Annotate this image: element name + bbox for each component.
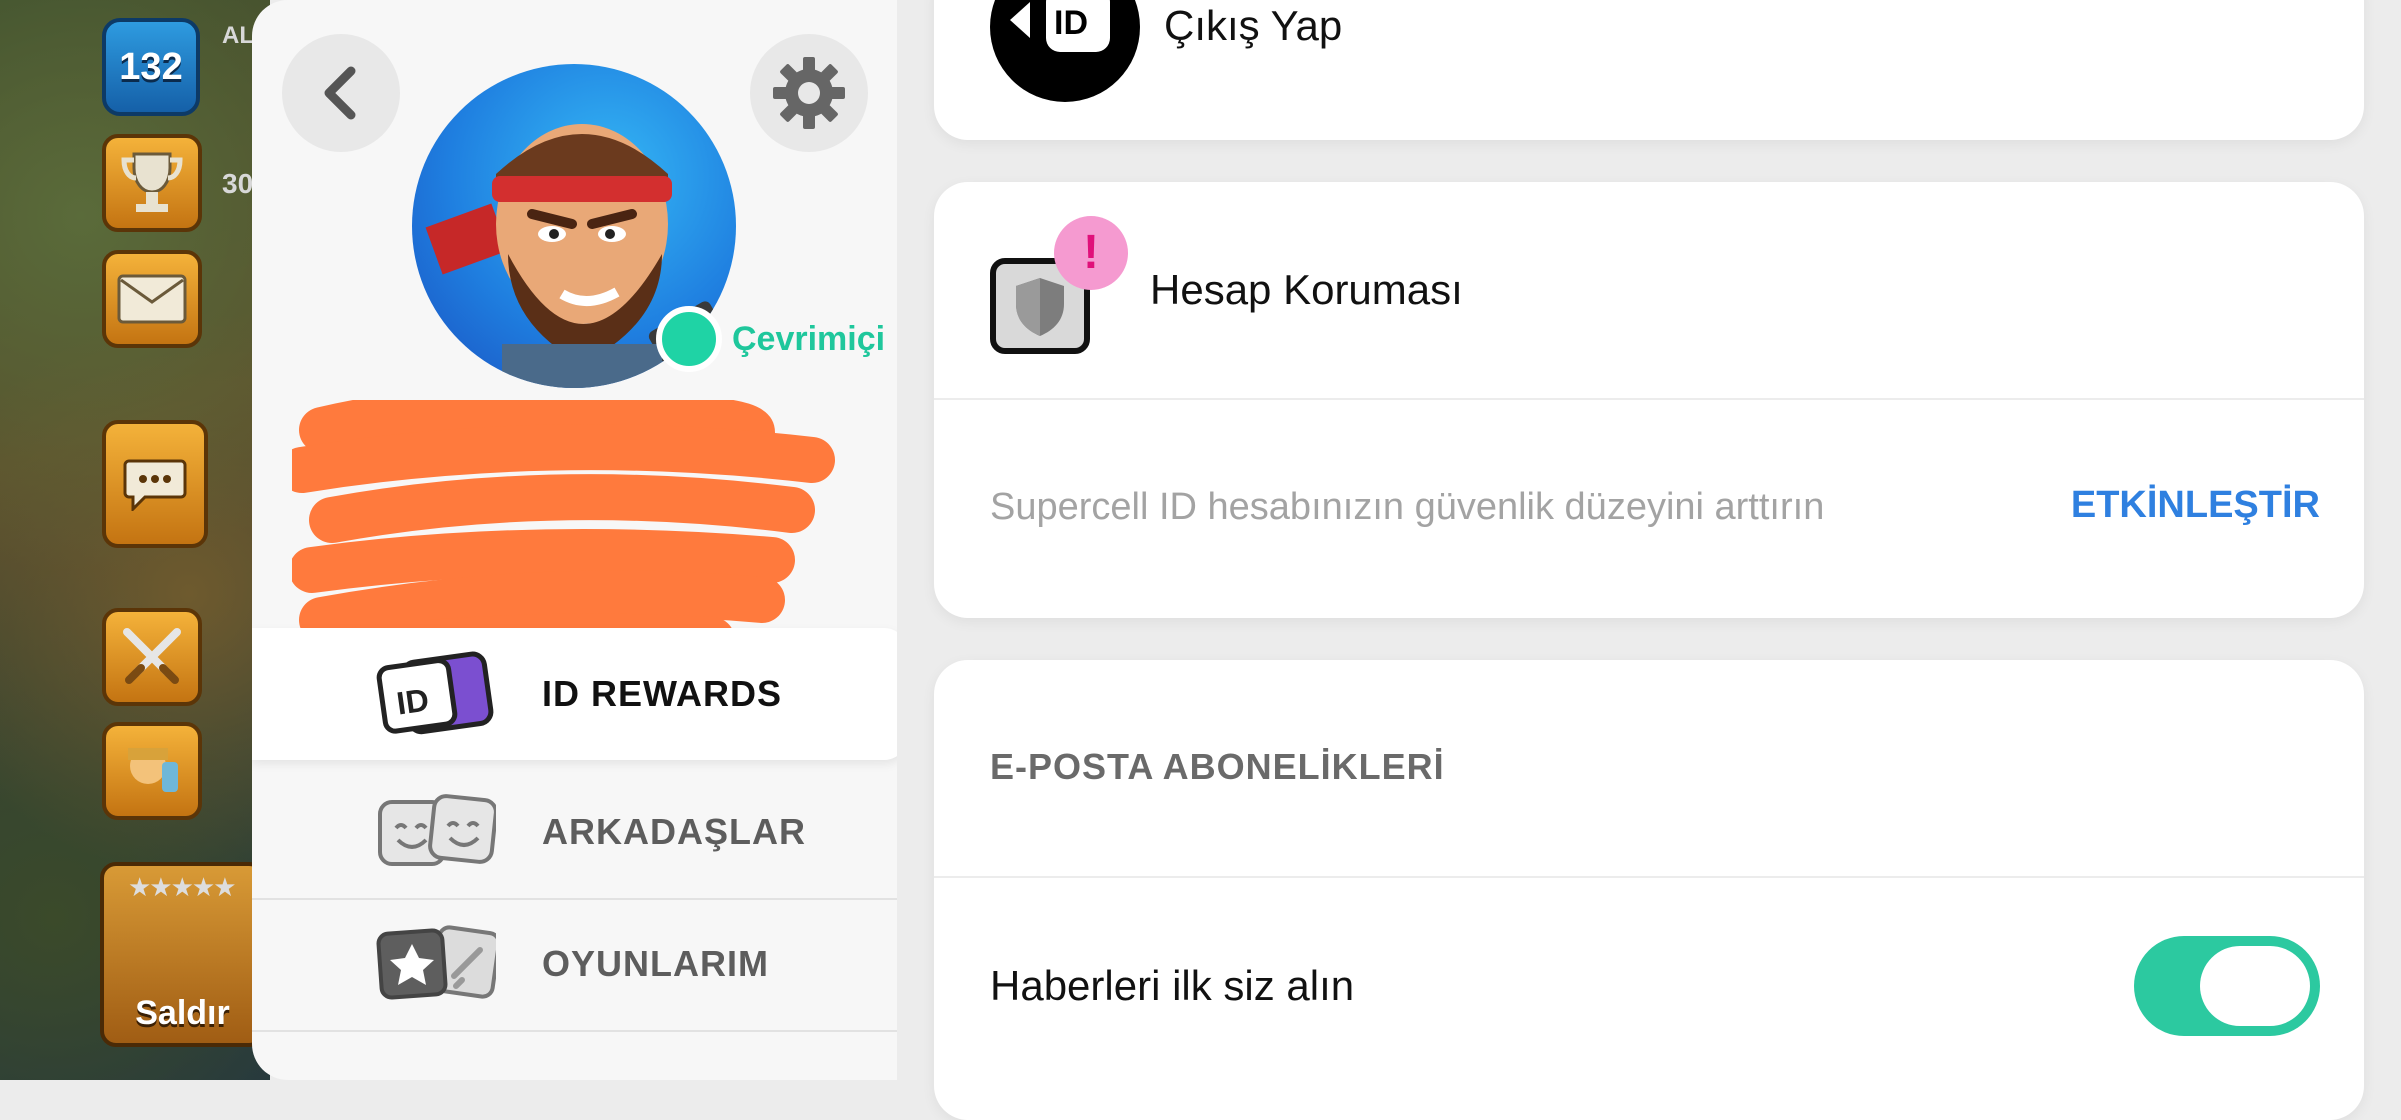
alert-badge: ! — [1054, 216, 1128, 290]
logout-icon-text: ID — [1054, 4, 1088, 42]
attack-label: Saldır — [135, 994, 230, 1032]
gear-icon — [773, 57, 845, 129]
logout-card[interactable]: ID Çıkış Yap — [934, 0, 2364, 140]
online-status-label: Çevrimiçi — [732, 320, 886, 358]
back-button[interactable] — [282, 34, 400, 152]
menu-item-label: ID REWARDS — [542, 673, 783, 714]
toggle-knob[interactable] — [2200, 946, 2310, 1026]
friends-icon — [378, 794, 496, 866]
menu-item-label: OYUNLARIM — [542, 943, 769, 984]
divider — [934, 398, 2364, 400]
email-subscriptions-title: E-POSTA ABONELİKLERİ — [990, 746, 1445, 787]
battle-swords-icon[interactable] — [102, 608, 202, 706]
menu-item-my-games[interactable]: OYUNLARIM — [252, 898, 897, 1032]
mail-icon[interactable] — [102, 250, 202, 348]
divider — [934, 876, 2364, 878]
my-games-icon — [376, 925, 496, 1000]
trophy-icon[interactable] — [102, 134, 202, 232]
menu-item-label: ARKADAŞLAR — [542, 811, 806, 852]
player-level-badge[interactable]: 132 — [102, 18, 200, 116]
logout-label: Çıkış Yap — [1164, 2, 1343, 49]
news-subscription-label: Haberleri ilk siz alın — [990, 962, 1355, 1009]
profile-panel: Çevrimiçi ID ID REWARDS ARKADAŞLAR OYUNL… — [252, 0, 897, 1080]
logout-icon: ID — [990, 0, 1140, 102]
id-rewards-icon: ID — [376, 651, 494, 735]
news-subscription-toggle[interactable] — [2134, 936, 2320, 1036]
svg-text:ID: ID — [394, 681, 431, 721]
online-status-dot — [656, 306, 722, 372]
game-background: 132 AL 30 Saldır ★★★★★ — [0, 0, 270, 1080]
chat-icon[interactable] — [102, 420, 208, 548]
account-protection-title: Hesap Koruması — [1150, 266, 1463, 313]
chevron-left-icon — [324, 66, 356, 120]
trophy-count: 30 — [222, 168, 254, 199]
menu-item-id-rewards[interactable]: ID ID REWARDS — [252, 628, 897, 760]
email-subscriptions-card: E-POSTA ABONELİKLERİ Haberleri ilk siz a… — [934, 660, 2364, 1120]
account-protection-card: ! Hesap Koruması Supercell ID hesabınızı… — [934, 182, 2364, 618]
hud-label: AL — [222, 22, 254, 49]
settings-button[interactable] — [750, 34, 868, 152]
account-protection-description: Supercell ID hesabınızın güvenlik düzeyi… — [990, 486, 1825, 528]
attack-stars: ★★★★★ — [128, 872, 237, 902]
menu-item-friends[interactable]: ARKADAŞLAR — [252, 766, 897, 900]
clan-icon[interactable] — [102, 722, 202, 820]
activate-protection-link[interactable]: ETKİNLEŞTİR — [2071, 484, 2320, 527]
